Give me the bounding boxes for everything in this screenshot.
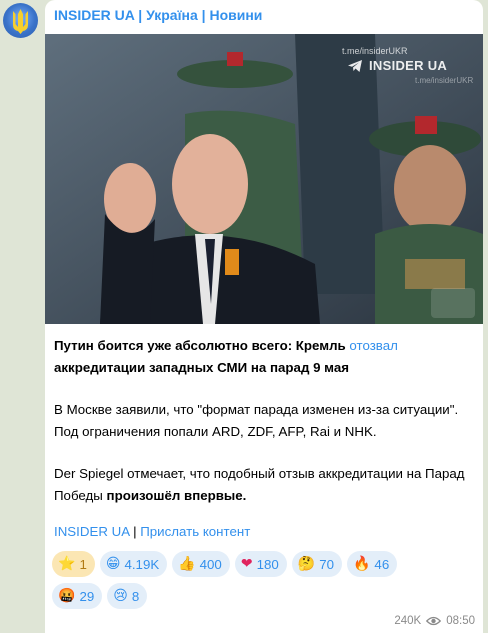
heart-icon: ❤ <box>240 556 253 572</box>
reaction-count: 400 <box>199 556 222 572</box>
eye-icon <box>426 616 442 626</box>
message-meta: 240K 08:50 <box>394 615 475 627</box>
post-headline-a: Путин боится уже абсолютно всего: Кремль <box>54 338 350 353</box>
trident-icon <box>13 9 28 34</box>
views-count: 240K <box>394 615 422 627</box>
watermark-logo-text: INSIDER UA <box>369 58 448 73</box>
reaction-star[interactable]: ⭐ 1 <box>52 551 95 577</box>
agency-watermark <box>431 288 475 318</box>
message-time: 08:50 <box>446 615 475 627</box>
reaction-grin[interactable]: 😁 4.19K <box>99 551 168 577</box>
star-icon: ⭐ <box>58 556 76 572</box>
post-text: Путин боится уже абсолютно всего: Кремль… <box>54 335 474 507</box>
channel-avatar[interactable] <box>3 3 38 38</box>
reaction-count: 8 <box>131 588 140 604</box>
reaction-cry[interactable]: 😢 8 <box>107 583 148 609</box>
reaction-angry[interactable]: 🤬 29 <box>52 583 103 609</box>
reactions: ⭐ 1 😁 4.19K 👍 400 ❤ 180 🤔 70 🔥 46 🤬 29 😢… <box>52 551 482 615</box>
thumbs-up-icon: 👍 <box>178 556 196 572</box>
channel-name[interactable]: INSIDER UA | Україна | Новини <box>54 7 262 23</box>
post-paragraph-1: Путин боится уже абсолютно всего: Кремль… <box>54 335 474 379</box>
reaction-fire[interactable]: 🔥 46 <box>346 551 398 577</box>
telegram-icon <box>348 59 362 72</box>
reaction-thinking[interactable]: 🤔 70 <box>291 551 342 577</box>
post-paragraph-3-bold: произошёл впервые. <box>106 488 247 503</box>
post-headline-b: аккредитации западных СМИ на парад 9 мая <box>54 360 349 375</box>
watermark-logo: INSIDER UA <box>347 58 447 73</box>
post-paragraph-3: Der Spiegel отмечает, что подобный отзыв… <box>54 463 474 507</box>
footer-separator: | <box>129 524 141 539</box>
grin-icon: 😁 <box>105 556 121 572</box>
post-paragraph-2: В Москве заявили, что "формат парада изм… <box>54 402 459 439</box>
reaction-count: 29 <box>79 588 95 604</box>
reaction-thumbs-up[interactable]: 👍 400 <box>172 551 230 577</box>
footer-links: INSIDER UA | Прислать контент <box>54 524 250 539</box>
reaction-count: 1 <box>79 556 87 572</box>
angry-icon: 🤬 <box>58 588 76 604</box>
reaction-count: 46 <box>374 556 390 572</box>
post-photo[interactable]: t.me/insiderUKR INSIDER UA t.me/insiderU… <box>45 34 483 324</box>
submit-content-link[interactable]: Прислать контент <box>140 524 250 539</box>
watermark-url: t.me/insiderUKR <box>342 46 408 56</box>
cry-icon: 😢 <box>113 588 128 604</box>
channel-link[interactable]: INSIDER UA <box>54 524 129 539</box>
reaction-count: 70 <box>319 556 334 572</box>
reaction-count: 4.19K <box>124 556 160 572</box>
thinking-icon: 🤔 <box>297 556 316 572</box>
post-link-recalled[interactable]: отозвал <box>349 338 397 353</box>
reaction-heart[interactable]: ❤ 180 <box>234 551 287 577</box>
fire-icon: 🔥 <box>352 556 371 572</box>
message-bubble: INSIDER UA | Україна | Новини t.me/insid… <box>45 0 483 633</box>
reaction-count: 180 <box>256 556 279 572</box>
watermark-url-small: t.me/insiderUKR <box>415 76 474 85</box>
